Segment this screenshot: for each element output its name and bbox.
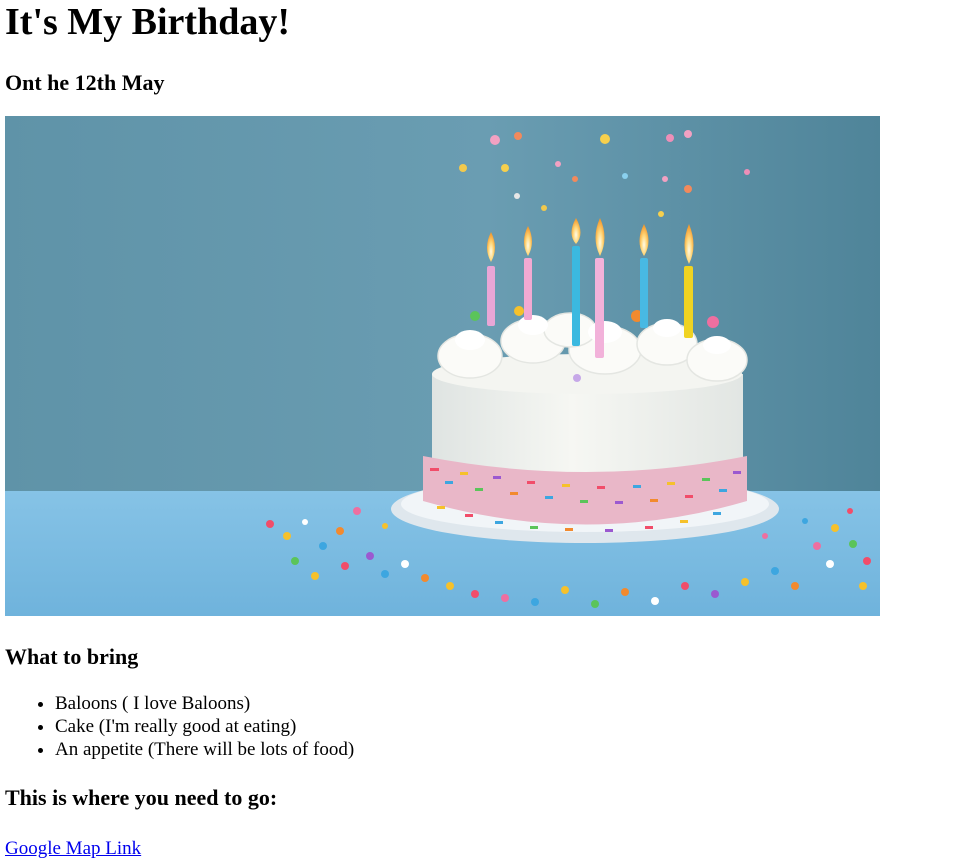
date-subtitle: Ont he 12th May <box>5 70 165 95</box>
directions-heading: This is where you need to go: <box>5 785 278 810</box>
bring-heading: What to bring <box>5 644 139 669</box>
list-item: Cake (I'm really good at eating) <box>55 715 966 738</box>
google-map-link[interactable]: Google Map Link <box>5 837 141 860</box>
list-item: An appetite (There will be lots of food) <box>55 738 966 761</box>
page: It's My Birthday! Ont he 12th May What t… <box>0 0 971 860</box>
page-title: It's My Birthday! <box>5 1 290 43</box>
bring-list: Baloons ( I love Baloons) Cake (I'm real… <box>5 692 966 761</box>
birthday-cake-image <box>5 116 880 616</box>
list-item: Baloons ( I love Baloons) <box>55 692 966 715</box>
